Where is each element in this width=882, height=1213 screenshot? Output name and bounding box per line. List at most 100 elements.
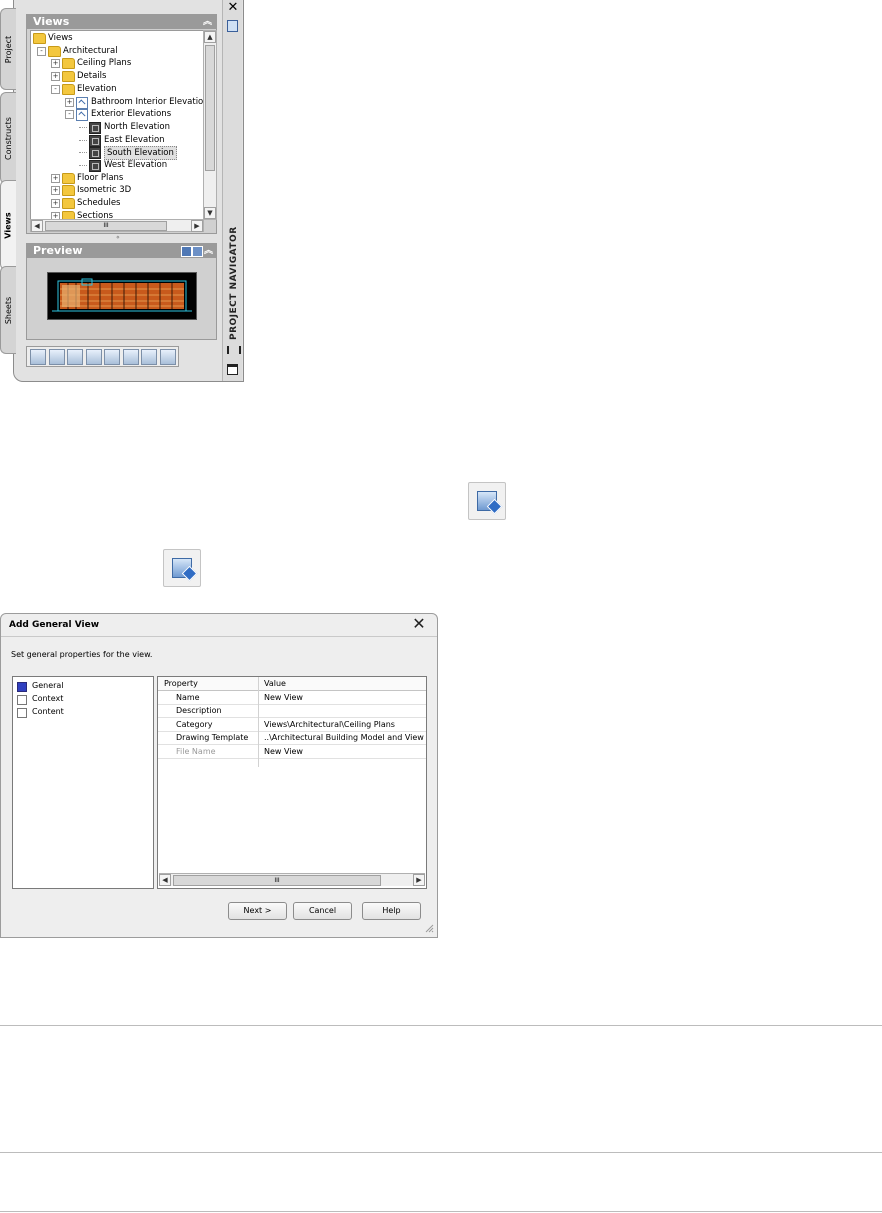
folder-icon — [62, 198, 75, 210]
property-value[interactable]: ..\Architectural Building Model and View… — [264, 733, 424, 742]
tree-vertical-scrollbar[interactable]: ▲ ▼ — [203, 30, 217, 220]
column-header-property[interactable]: Property — [164, 679, 198, 688]
add-view-icon — [468, 482, 506, 520]
close-icon[interactable]: ✕ — [411, 616, 427, 632]
palette-title-text: PROJECT NAVIGATOR — [229, 226, 239, 340]
scroll-up-icon[interactable]: ▲ — [204, 31, 216, 43]
expand-icon[interactable]: + — [65, 97, 74, 107]
views-tree[interactable]: Views - Architectural + Ceiling Plans + Detail… — [30, 30, 204, 220]
add-detail-view-icon[interactable] — [67, 349, 83, 365]
tree-item-label: Floor Plans — [77, 172, 124, 183]
section-label[interactable]: Context — [32, 694, 63, 703]
auto-hide-icon[interactable] — [227, 346, 241, 354]
tab-sheets[interactable]: Sheets — [0, 266, 16, 354]
tree-item-label: North Elevation — [104, 121, 170, 132]
tab-project-label: Project — [4, 35, 13, 63]
collapse-icon[interactable]: - — [37, 46, 46, 56]
elevation-preview-image — [47, 272, 197, 320]
collapse-chevron-icon[interactable]: ︽ — [204, 244, 213, 258]
divider-line — [0, 1211, 882, 1212]
building-elevation-drawing — [48, 273, 196, 319]
property-name: File Name — [176, 746, 216, 756]
section-checkbox[interactable] — [17, 682, 27, 692]
scroll-left-icon[interactable]: ◀ — [31, 220, 43, 232]
regenerate-icon[interactable] — [85, 349, 102, 365]
tree-item-label: Isometric 3D — [77, 185, 132, 196]
property-value[interactable]: Views\Architectural\Ceiling Plans — [264, 720, 424, 729]
resize-grip-icon[interactable] — [424, 923, 434, 933]
splitter-grip-icon[interactable]: ⋄ — [116, 234, 124, 241]
tree-connector-line — [79, 152, 87, 154]
sheet-set-icon[interactable] — [159, 349, 176, 365]
property-grid: Property Value Name New View Description Ca… — [157, 676, 427, 889]
tree-item-label: Views — [48, 33, 73, 43]
collapse-icon[interactable]: - — [65, 110, 74, 120]
add-view-icon[interactable] — [48, 349, 65, 365]
palette-menu-icon[interactable] — [227, 364, 238, 375]
property-row[interactable]: Category Views\Architectural\Ceiling Plan… — [158, 718, 426, 732]
scroll-thumb[interactable] — [205, 45, 215, 171]
properties-icon[interactable] — [227, 20, 238, 32]
property-name: Drawing Template — [176, 733, 249, 743]
grid-horizontal-scrollbar[interactable]: ◀ III ▶ — [159, 873, 425, 886]
views-panel-header[interactable]: Views ︽ — [27, 15, 216, 29]
elevation-icon — [89, 134, 101, 147]
property-row[interactable]: Drawing Template ..\Architectural Buildin… — [158, 731, 426, 746]
tree-item-label: West Elevation — [104, 160, 168, 170]
folder-icon — [48, 45, 61, 57]
scroll-left-icon[interactable]: ◀ — [159, 874, 171, 886]
property-row[interactable]: Description — [158, 704, 426, 719]
tree-item-label: Exterior Elevations — [91, 109, 172, 120]
tab-views[interactable]: Views — [0, 180, 16, 270]
property-row[interactable]: File Name New View — [158, 745, 426, 759]
title-divider — [1, 636, 437, 637]
section-checkbox[interactable] — [17, 708, 27, 718]
preview-detail-icon[interactable] — [192, 246, 203, 257]
add-category-icon[interactable] — [30, 349, 46, 365]
cancel-button[interactable]: Cancel — [293, 902, 352, 920]
next-button[interactable]: Next > — [228, 902, 287, 920]
property-value[interactable]: New View — [264, 747, 424, 756]
preview-panel-header[interactable]: Preview ︽ — [27, 244, 216, 258]
expand-icon[interactable]: + — [51, 199, 60, 209]
tab-project[interactable]: Project — [0, 8, 16, 90]
tab-constructs[interactable]: Constructs — [0, 92, 16, 184]
expand-icon[interactable]: + — [51, 72, 60, 82]
scroll-down-icon[interactable]: ▼ — [204, 207, 216, 219]
scroll-thumb-horizontal[interactable]: III — [173, 875, 381, 886]
help-button[interactable]: Help — [362, 902, 421, 920]
select-icon[interactable] — [104, 349, 120, 365]
collapse-chevron-icon[interactable]: ︽ — [203, 15, 212, 29]
section-label[interactable]: General — [32, 681, 64, 690]
section-list: General Context Content — [12, 676, 154, 889]
section-checkbox[interactable] — [17, 695, 27, 705]
repath-icon[interactable] — [141, 349, 157, 365]
preview-mode-icon[interactable] — [181, 246, 192, 257]
tree-horizontal-scrollbar[interactable]: ◀ III ▶ — [30, 219, 204, 232]
preview-panel: Preview ︽ — [26, 243, 217, 340]
property-name: Description — [176, 706, 222, 716]
expand-icon[interactable]: + — [51, 173, 60, 183]
section-label[interactable]: Content — [32, 707, 64, 716]
tab-constructs-label: Constructs — [4, 116, 14, 160]
property-value[interactable]: New View — [264, 693, 424, 702]
expand-icon[interactable]: + — [51, 59, 60, 69]
tab-views-label: Views — [4, 211, 13, 239]
elevation-icon — [89, 121, 101, 134]
expand-icon[interactable]: + — [51, 186, 60, 196]
schedule-icon[interactable] — [122, 349, 139, 365]
close-icon[interactable]: ✕ — [226, 1, 240, 15]
project-navigator-palette: Project Constructs Views Sheets ✕ PROJEC… — [0, 0, 244, 383]
scroll-right-icon[interactable]: ▶ — [191, 220, 203, 232]
view-icon — [76, 109, 88, 122]
property-row[interactable]: Name New View — [158, 691, 426, 705]
folder-icon — [62, 185, 75, 197]
collapse-icon[interactable]: - — [51, 84, 60, 94]
scroll-thumb-horizontal[interactable]: III — [45, 221, 167, 231]
dialog-description: Set general properties for the view. — [11, 650, 153, 659]
tree-connector-line — [79, 165, 87, 166]
column-header-value[interactable]: Value — [264, 679, 286, 688]
tree-item-label: Architectural — [63, 45, 118, 56]
scroll-right-icon[interactable]: ▶ — [413, 874, 425, 886]
navigator-toolbar — [26, 346, 179, 367]
